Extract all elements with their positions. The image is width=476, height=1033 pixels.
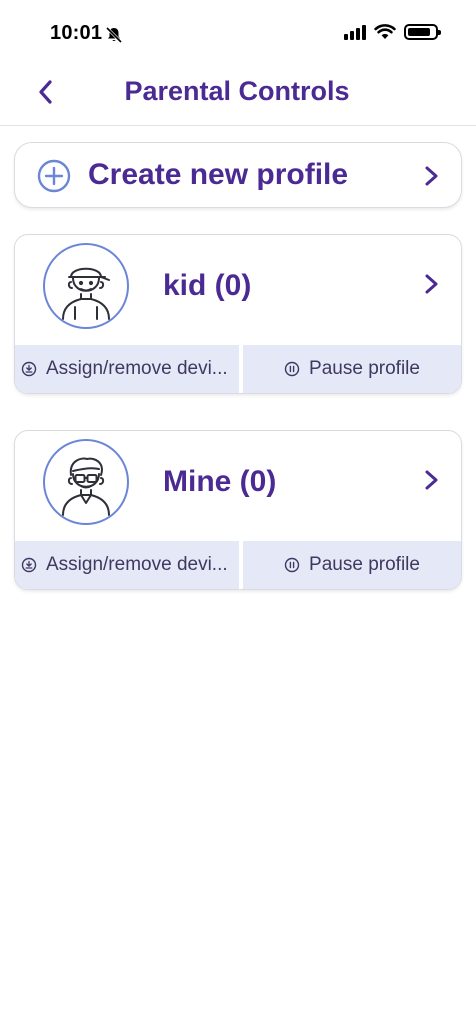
assign-devices-label: Assign/remove devi... — [46, 554, 228, 575]
pause-circle-icon — [284, 557, 300, 573]
device-assign-icon — [21, 557, 37, 573]
battery-fill — [408, 28, 431, 36]
battery-icon — [404, 24, 441, 40]
create-profile-label: Create new profile — [88, 158, 349, 191]
plus-circle-icon — [37, 159, 71, 193]
cellular-signal-icon — [344, 24, 366, 40]
profile-card-mine: Mine (0) Assign/remove devi... Pause pro… — [14, 430, 462, 590]
profile-row-kid[interactable]: kid (0) — [15, 235, 461, 345]
page-title: Parental Controls — [124, 76, 350, 106]
profile-row-mine[interactable]: Mine (0) — [15, 431, 461, 541]
pause-profile-button[interactable]: Pause profile — [239, 541, 461, 589]
pause-circle-icon — [284, 361, 300, 377]
assign-devices-label: Assign/remove devi... — [46, 358, 228, 379]
create-profile-button[interactable]: Create new profile — [14, 142, 462, 208]
chevron-right-icon — [425, 274, 438, 294]
assign-devices-button[interactable]: Assign/remove devi... — [15, 541, 239, 589]
profile-actions: Assign/remove devi... Pause profile — [15, 541, 461, 589]
kid-avatar-icon — [43, 243, 129, 329]
pause-profile-button[interactable]: Pause profile — [239, 345, 461, 393]
pause-profile-label: Pause profile — [309, 358, 420, 379]
bell-slash-icon — [105, 26, 123, 44]
profile-name: Mine (0) — [163, 465, 277, 498]
assign-devices-button[interactable]: Assign/remove devi... — [15, 345, 239, 393]
profile-name: kid (0) — [163, 269, 252, 302]
pause-profile-label: Pause profile — [309, 554, 420, 575]
adult-avatar-icon — [43, 439, 129, 525]
chevron-right-icon — [425, 166, 438, 186]
status-indicators — [344, 24, 441, 40]
chevron-right-icon — [425, 470, 438, 490]
profile-actions: Assign/remove devi... Pause profile — [15, 345, 461, 393]
nav-bar: Parental Controls — [0, 62, 476, 126]
profile-card-kid: kid (0) Assign/remove devi... Pause prof… — [14, 234, 462, 394]
wifi-icon — [374, 24, 396, 39]
status-bar: 10:01 — [0, 0, 476, 70]
status-time: 10:01 — [50, 22, 103, 44]
device-assign-icon — [21, 361, 37, 377]
